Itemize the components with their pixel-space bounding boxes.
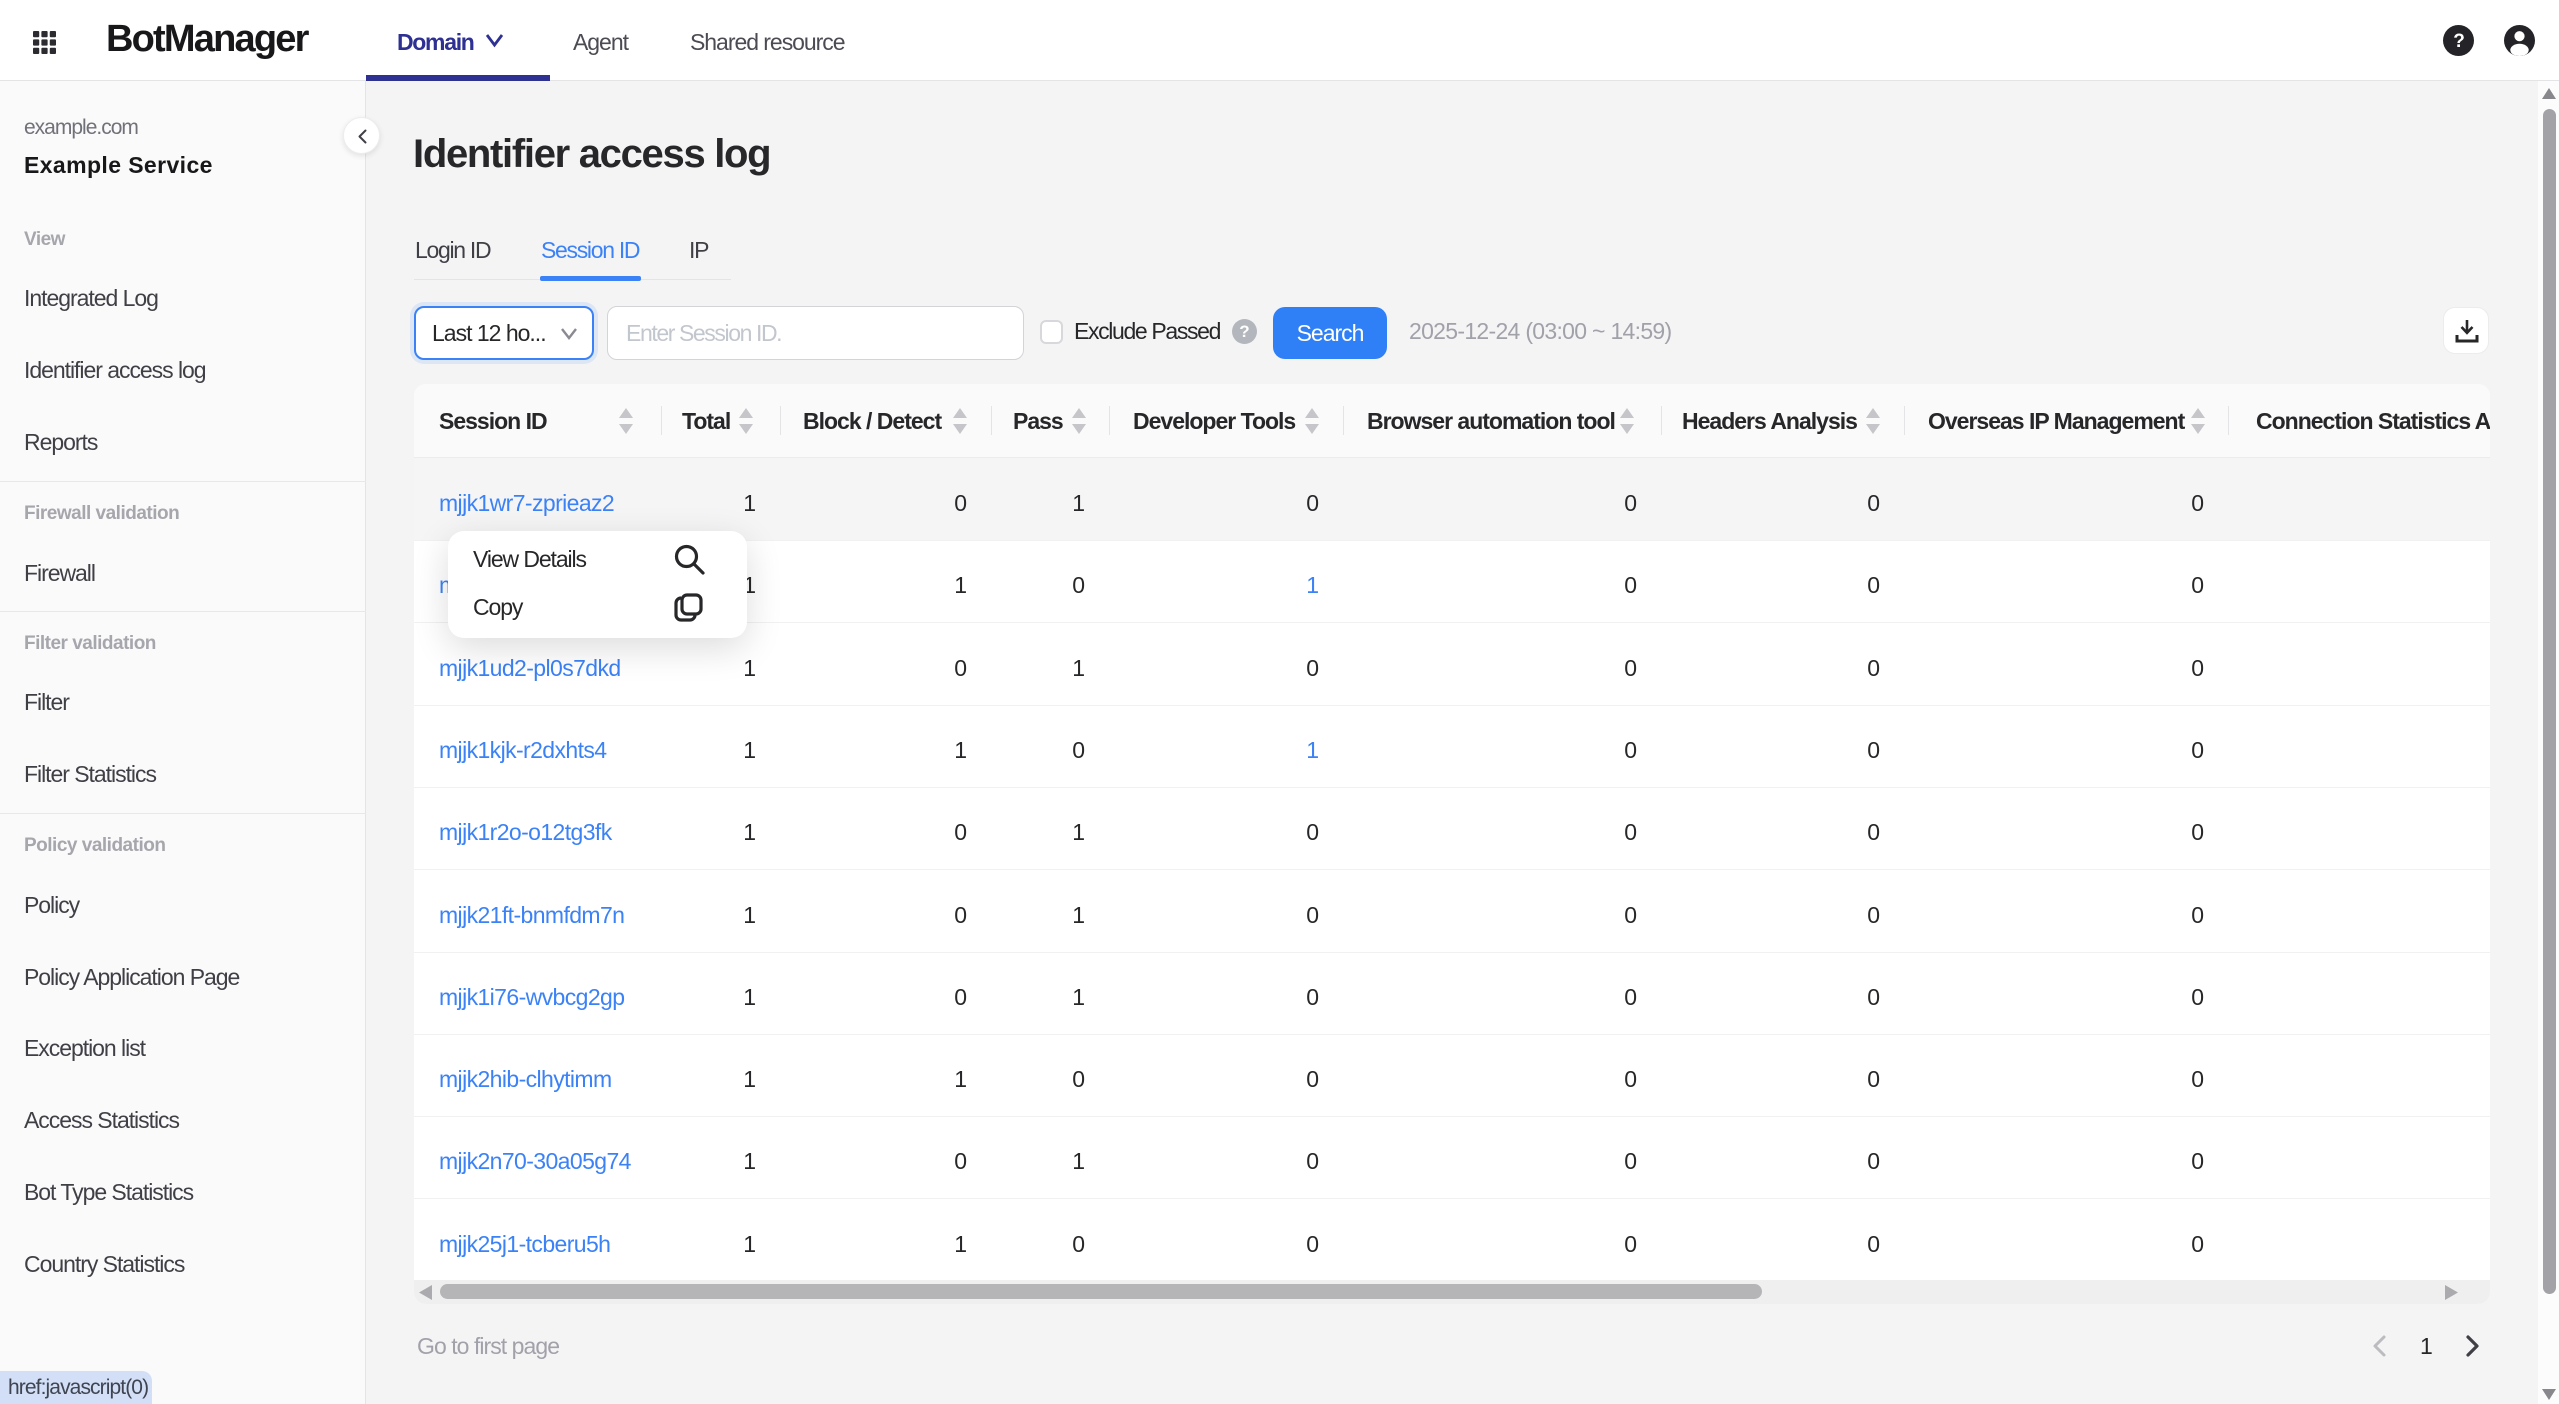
svg-text:?: ?: [2453, 31, 2464, 52]
